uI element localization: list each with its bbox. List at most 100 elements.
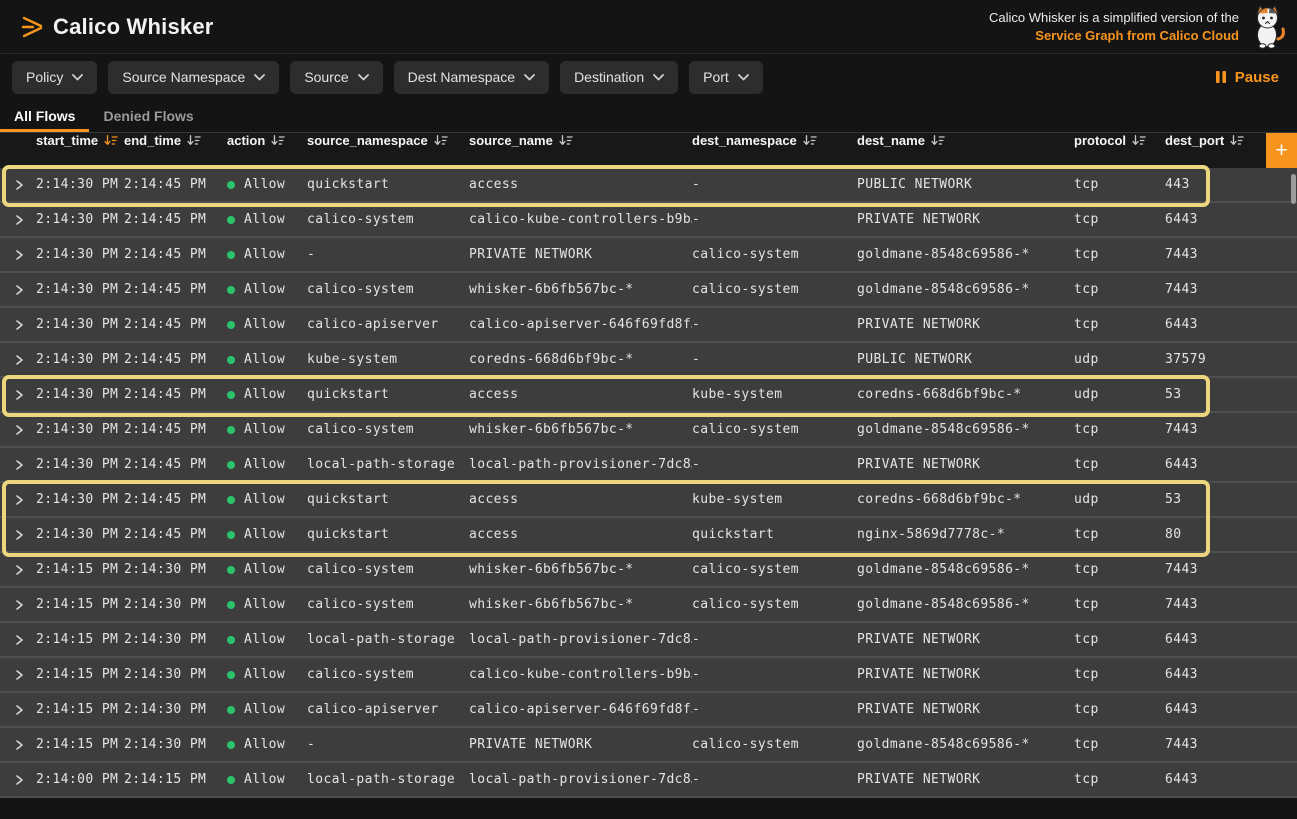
table-row[interactable]: 2:14:30 PM 2:14:45 PM Allow local-path-s… xyxy=(0,448,1297,483)
table-row[interactable]: 2:14:30 PM 2:14:45 PM Allow - PRIVATE NE… xyxy=(0,238,1297,273)
column-header-dest-name[interactable]: dest_name xyxy=(857,133,1074,148)
cell-protocol: udp xyxy=(1074,483,1165,516)
cell-source-namespace: quickstart xyxy=(307,378,469,411)
table-row[interactable]: 2:14:30 PM 2:14:45 PM Allow calico-syste… xyxy=(0,273,1297,308)
cell-protocol: tcp xyxy=(1074,273,1165,306)
expand-chevron-icon xyxy=(13,284,25,296)
column-header-dest-namespace[interactable]: dest_namespace xyxy=(692,133,857,148)
filter-dropdown-port[interactable]: Port xyxy=(689,61,763,94)
chevron-down-icon xyxy=(254,74,265,81)
sort-icon[interactable] xyxy=(559,134,573,147)
sort-icon[interactable] xyxy=(434,134,448,147)
table-row[interactable]: 2:14:30 PM 2:14:45 PM Allow quickstart a… xyxy=(0,518,1297,553)
sort-icon[interactable] xyxy=(1230,134,1244,147)
row-expander[interactable] xyxy=(0,203,36,236)
table-row[interactable]: 2:14:15 PM 2:14:30 PM Allow local-path-s… xyxy=(0,623,1297,658)
table-row[interactable]: 2:14:30 PM 2:14:45 PM Allow quickstart a… xyxy=(0,378,1297,413)
pause-button[interactable]: Pause xyxy=(1215,69,1279,86)
table-row[interactable]: 2:14:30 PM 2:14:45 PM Allow calico-syste… xyxy=(0,203,1297,238)
row-expander[interactable] xyxy=(0,763,36,796)
table-row[interactable]: 2:14:30 PM 2:14:45 PM Allow calico-apise… xyxy=(0,308,1297,343)
filter-dropdown-source-namespace[interactable]: Source Namespace xyxy=(108,61,279,94)
column-header-action[interactable]: action xyxy=(227,133,307,148)
filter-dropdown-destination[interactable]: Destination xyxy=(560,61,678,94)
cell-dest-name: goldmane-8548c69586-* xyxy=(857,588,1074,621)
cell-source-name: access xyxy=(469,518,692,551)
cell-dest-port: 6443 xyxy=(1165,658,1297,691)
row-expander[interactable] xyxy=(0,448,36,481)
filter-group: Policy Source Namespace Source Dest Name… xyxy=(12,61,763,94)
add-column-button[interactable]: + xyxy=(1266,133,1297,168)
filter-dropdown-label: Port xyxy=(703,69,729,85)
table-row[interactable]: 2:14:15 PM 2:14:30 PM Allow calico-syste… xyxy=(0,553,1297,588)
table-row[interactable]: 2:14:15 PM 2:14:30 PM Allow calico-syste… xyxy=(0,588,1297,623)
row-expander[interactable] xyxy=(0,343,36,376)
cell-dest-name: goldmane-8548c69586-* xyxy=(857,728,1074,761)
cell-source-name: access xyxy=(469,378,692,411)
row-expander[interactable] xyxy=(0,413,36,446)
cell-protocol: tcp xyxy=(1074,168,1165,201)
column-header-start-time[interactable]: start_time xyxy=(36,133,124,148)
action-label: Allow xyxy=(244,772,285,787)
row-expander[interactable] xyxy=(0,483,36,516)
cell-source-namespace: quickstart xyxy=(307,483,469,516)
row-expander[interactable] xyxy=(0,273,36,306)
cell-source-namespace: - xyxy=(307,728,469,761)
cell-dest-namespace: - xyxy=(692,308,857,341)
sort-icon[interactable] xyxy=(803,134,817,147)
row-expander[interactable] xyxy=(0,623,36,656)
filter-dropdown-source[interactable]: Source xyxy=(290,61,382,94)
cell-source-name: access xyxy=(469,483,692,516)
row-expander[interactable] xyxy=(0,693,36,726)
cell-start-time: 2:14:15 PM xyxy=(36,553,124,586)
vertical-scrollbar-thumb[interactable] xyxy=(1291,174,1296,204)
cell-dest-namespace: calico-system xyxy=(692,728,857,761)
allow-status-dot xyxy=(227,321,235,329)
row-expander[interactable] xyxy=(0,378,36,411)
cell-source-namespace: - xyxy=(307,238,469,271)
sort-icon[interactable] xyxy=(271,134,285,147)
cell-source-namespace: quickstart xyxy=(307,168,469,201)
column-header-end-time[interactable]: end_time xyxy=(124,133,227,148)
tab-label: All Flows xyxy=(14,108,75,124)
sort-icon[interactable] xyxy=(104,134,118,147)
table-row[interactable]: 2:14:30 PM 2:14:45 PM Allow quickstart a… xyxy=(0,483,1297,518)
row-expander[interactable] xyxy=(0,728,36,761)
table-row[interactable]: 2:14:15 PM 2:14:30 PM Allow calico-syste… xyxy=(0,658,1297,693)
row-expander[interactable] xyxy=(0,168,36,201)
row-expander[interactable] xyxy=(0,518,36,551)
table-body: 2:14:30 PM 2:14:45 PM Allow quickstart a… xyxy=(0,168,1297,798)
table-row[interactable]: 2:14:30 PM 2:14:45 PM Allow calico-syste… xyxy=(0,413,1297,448)
sort-icon[interactable] xyxy=(187,134,201,147)
cell-end-time: 2:14:45 PM xyxy=(124,343,227,376)
expand-chevron-icon xyxy=(13,634,25,646)
tab-label: Denied Flows xyxy=(103,108,193,124)
row-expander[interactable] xyxy=(0,308,36,341)
table-row[interactable]: 2:14:30 PM 2:14:45 PM Allow kube-system … xyxy=(0,343,1297,378)
allow-status-dot xyxy=(227,566,235,574)
calico-cat-mascot-icon xyxy=(1249,5,1287,49)
filter-dropdown-policy[interactable]: Policy xyxy=(12,61,97,94)
tab-all-flows[interactable]: All Flows xyxy=(0,100,89,132)
cell-action: Allow xyxy=(227,343,307,376)
table-row[interactable]: 2:14:15 PM 2:14:30 PM Allow - PRIVATE NE… xyxy=(0,728,1297,763)
table-row[interactable]: 2:14:00 PM 2:14:15 PM Allow local-path-s… xyxy=(0,763,1297,798)
tab-denied-flows[interactable]: Denied Flows xyxy=(89,100,207,132)
row-expander[interactable] xyxy=(0,553,36,586)
table-row[interactable]: 2:14:30 PM 2:14:45 PM Allow quickstart a… xyxy=(0,168,1297,203)
cell-end-time: 2:14:45 PM xyxy=(124,483,227,516)
filter-dropdown-dest-namespace[interactable]: Dest Namespace xyxy=(394,61,549,94)
expand-chevron-icon xyxy=(13,704,25,716)
sort-icon[interactable] xyxy=(931,134,945,147)
cell-dest-port: 7443 xyxy=(1165,413,1297,446)
column-header-source-namespace[interactable]: source_namespace xyxy=(307,133,469,148)
table-row[interactable]: 2:14:15 PM 2:14:30 PM Allow calico-apise… xyxy=(0,693,1297,728)
sort-icon[interactable] xyxy=(1132,134,1146,147)
service-graph-link[interactable]: Service Graph from Calico Cloud xyxy=(1035,28,1239,43)
column-header-source-name[interactable]: source_name xyxy=(469,133,692,148)
row-expander[interactable] xyxy=(0,238,36,271)
cell-action: Allow xyxy=(227,273,307,306)
row-expander[interactable] xyxy=(0,588,36,621)
row-expander[interactable] xyxy=(0,658,36,691)
column-header-protocol[interactable]: protocol xyxy=(1074,133,1165,148)
